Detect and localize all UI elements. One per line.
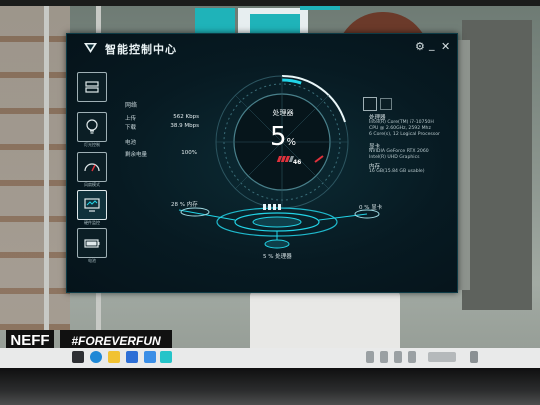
- control-center-window: 智能控制中心 ⚙ _ ✕ 灯光控制 风扇模式 硬件监控 电池 网络 上传 562…: [66, 33, 458, 293]
- gpu-usage-label: 0 % 显卡: [359, 205, 383, 211]
- stairs: [0, 0, 70, 330]
- memory-line-1: 16 GB(15.84 GB usable): [369, 169, 425, 174]
- gauge-label: 处理器: [272, 109, 294, 117]
- monitor-bezel-top: [0, 0, 540, 6]
- tray-icon[interactable]: [380, 351, 388, 363]
- notification-icon[interactable]: [470, 351, 478, 363]
- gauge-number: 5: [269, 122, 287, 152]
- tray-icon[interactable]: [394, 351, 402, 363]
- folder-icon[interactable]: [108, 351, 120, 363]
- cpu-chip-icon[interactable]: [363, 97, 377, 111]
- gauge-value: 5%: [260, 122, 306, 152]
- gauge-unit: %: [286, 137, 297, 148]
- cpu-line-3: 6 Core(s), 12 Logical Processor: [369, 132, 440, 137]
- gpu-line-2: Intel(R) UHD Graphics: [369, 155, 420, 160]
- store-icon[interactable]: [144, 351, 156, 363]
- railing: [44, 0, 49, 330]
- tray-icon[interactable]: [366, 351, 374, 363]
- memory-usage-label: 28 % 内存: [171, 202, 198, 208]
- control-center-taskbar-icon[interactable]: [160, 351, 172, 363]
- gauge-graphic: [178, 74, 380, 249]
- building-window: [462, 20, 532, 310]
- start-icon[interactable]: [72, 351, 84, 363]
- gauge-sub-value: 46: [293, 159, 302, 166]
- monitor-bezel-bottom: [0, 368, 540, 405]
- clock-area[interactable]: [428, 352, 456, 362]
- screen-icon[interactable]: [380, 98, 392, 110]
- processor-usage-label: 5 % 处理器: [263, 254, 292, 260]
- edge-icon[interactable]: [90, 351, 102, 363]
- mail-icon[interactable]: [126, 351, 138, 363]
- tray-icon[interactable]: [408, 351, 416, 363]
